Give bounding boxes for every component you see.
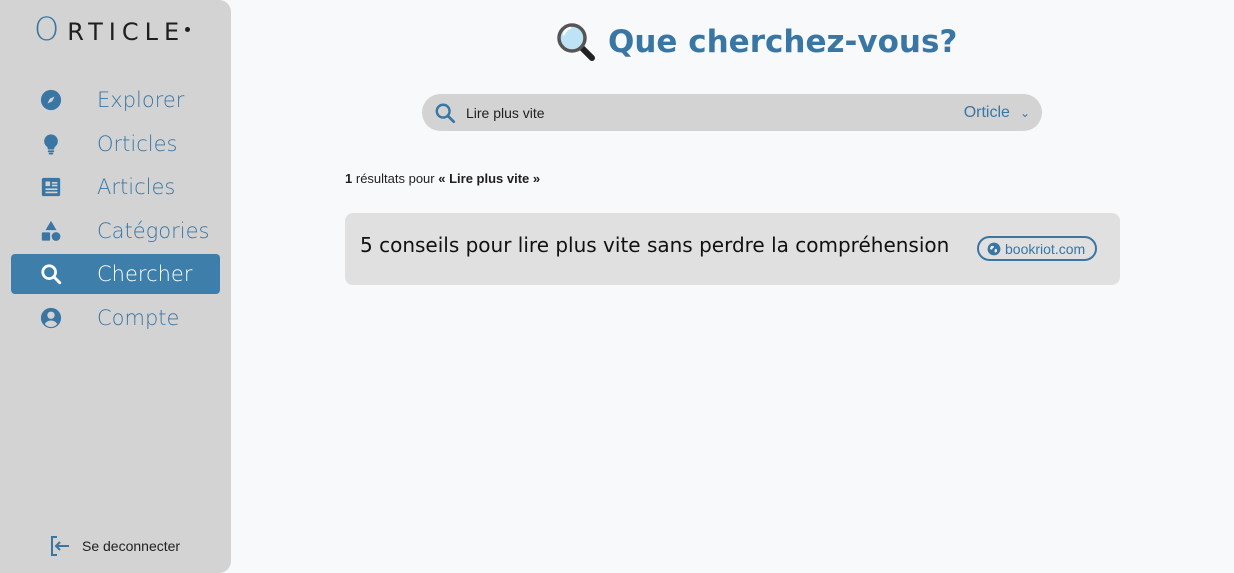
shapes-icon [39,219,63,243]
results-count: 1 [345,171,353,186]
scope-select[interactable]: Orticle ⌄ [964,94,1030,131]
source-domain: bookriot.com [1005,240,1086,257]
logo-letter-o: O [34,10,60,48]
compass-icon [39,88,63,112]
scope-selected-value: Orticle [963,103,1010,121]
results-summary: 1 résultats pour « Lire plus vite » [345,171,540,186]
sidebar-item-compte[interactable]: Compte [11,298,220,338]
sidebar-item-label: Catégories [97,218,210,243]
logo: O RTICLE [34,10,191,48]
sidebar-item-label: Chercher [97,262,193,286]
sidebar: O RTICLE Explorer Orticles Articles Caté… [0,0,231,573]
sidebar-item-explorer[interactable]: Explorer [11,80,220,120]
sidebar-item-label: Articles [97,175,176,199]
lightbulb-icon [39,132,63,156]
user-circle-icon [39,306,63,330]
results-query: « Lire plus vite » [438,171,541,186]
search-icon [435,103,456,123]
sidebar-item-label: Explorer [97,88,185,112]
results-text: résultats pour [355,171,435,186]
logo-dot [185,27,191,32]
search-input[interactable] [466,104,886,121]
sidebar-item-label: Orticles [97,131,178,156]
chevron-down-icon: ⌄ [1019,105,1030,120]
source-badge[interactable]: bookriot.com [977,236,1098,261]
logout-icon [51,536,69,556]
sidebar-item-label: Compte [97,305,180,330]
sidebar-item-orticles[interactable]: Orticles [11,124,220,164]
logout-label: Se deconnecter [82,538,181,554]
search-icon [39,262,63,286]
globe-icon [987,242,1001,255]
sidebar-nav: Explorer Orticles Articles Catégories Ch… [11,80,220,341]
sidebar-item-categories[interactable]: Catégories [11,211,220,251]
result-card[interactable]: 5 conseils pour lire plus vite sans perd… [345,213,1120,285]
sidebar-item-articles[interactable]: Articles [11,167,220,207]
page-title-text: Que cherchez-vous? [608,24,958,60]
magnifier-emoji-icon [557,23,595,61]
newspaper-icon [39,175,63,199]
app-window: O RTICLE Explorer Orticles Articles Caté… [0,0,1234,573]
logout-button[interactable]: Se deconnecter [48,534,180,558]
logo-text: RTICLE [67,18,186,46]
page-title: Que cherchez-vous? [556,22,957,62]
sidebar-item-chercher[interactable]: Chercher [11,254,220,294]
result-title[interactable]: 5 conseils pour lire plus vite sans perd… [360,233,949,257]
search-bar: Orticle ⌄ [422,94,1042,131]
